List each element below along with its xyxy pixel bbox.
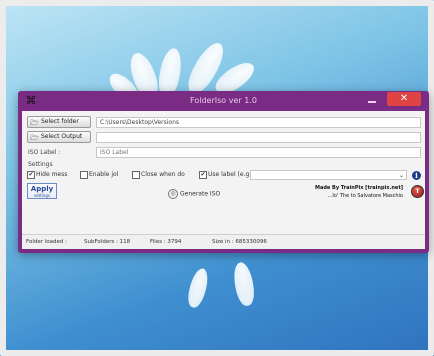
title-bar[interactable]: ⌘ FolderIso ver 1.0 ✕	[18, 91, 429, 111]
author-logo-icon[interactable]: T	[411, 185, 424, 198]
enable-jol-label: Enable jol	[89, 171, 119, 178]
credit-line-1: Made By TrainPix [trainpix.net]	[314, 185, 403, 191]
apply-settings-button[interactable]: Apply settings	[27, 183, 57, 199]
window-client-area: 🗁 Select folder C:\Users\Desktop\Version…	[22, 111, 425, 249]
checkbox-box	[80, 170, 88, 179]
folder-icon: 🗁	[30, 119, 39, 127]
select-folder-label: Select folder	[41, 118, 79, 125]
settings-heading: Settings	[28, 161, 53, 168]
folder-icon: 🗁	[30, 134, 39, 142]
app-window: ⌘ FolderIso ver 1.0 ✕ 🗁 Select folder C:…	[18, 91, 429, 253]
select-output-label: Select Output	[41, 133, 83, 140]
hide-messages-label: Hide mess	[36, 171, 68, 178]
iso-label-input[interactable]	[96, 147, 421, 158]
apply-label: Apply	[30, 185, 54, 193]
status-files: Files : 3794	[150, 239, 182, 245]
info-icon[interactable]: i	[412, 171, 421, 180]
status-size: Size in : 685330096	[212, 239, 267, 245]
checkbox-box-checked: ✔	[27, 170, 35, 179]
apply-sub-label: settings	[34, 193, 50, 198]
use-label-checkbox[interactable]: ✔ Use label (e.g	[199, 170, 249, 179]
close-button[interactable]: ✕	[387, 92, 421, 106]
status-folder-loaded: Folder loaded :	[26, 239, 67, 245]
generate-iso-label: Generate ISO	[180, 190, 221, 198]
label-format-select[interactable]: ⌄	[250, 170, 407, 180]
folder-path-field[interactable]: C:\Users\Desktop\Versions	[96, 117, 421, 128]
checkbox-box-checked: ✔	[199, 170, 207, 179]
hide-messages-checkbox[interactable]: ✔ Hide mess	[27, 170, 67, 179]
status-subfolders: SubFolders : 118	[84, 239, 131, 245]
minimize-button[interactable]	[365, 95, 379, 105]
close-when-done-checkbox[interactable]: Close when do	[132, 170, 185, 179]
close-when-done-label: Close when do	[141, 171, 185, 178]
enable-jol-checkbox[interactable]: Enable jol	[80, 170, 118, 179]
output-path-field[interactable]	[96, 132, 421, 143]
disc-icon: ◎	[168, 189, 178, 199]
select-folder-button[interactable]: 🗁 Select folder	[27, 116, 91, 128]
chevron-down-icon: ⌄	[398, 172, 404, 179]
select-output-button[interactable]: 🗁 Select Output	[27, 131, 91, 143]
credit-line-2: ...Io' The to Salvatore Maschio	[327, 193, 403, 199]
checkbox-box	[132, 170, 140, 179]
iso-label-caption: ISO Label :	[28, 149, 61, 156]
use-label-label: Use label (e.g	[208, 171, 250, 178]
generate-iso-button[interactable]: ◎ Generate ISO	[168, 189, 220, 199]
status-bar: Folder loaded : SubFolders : 118 Files :…	[22, 234, 425, 249]
